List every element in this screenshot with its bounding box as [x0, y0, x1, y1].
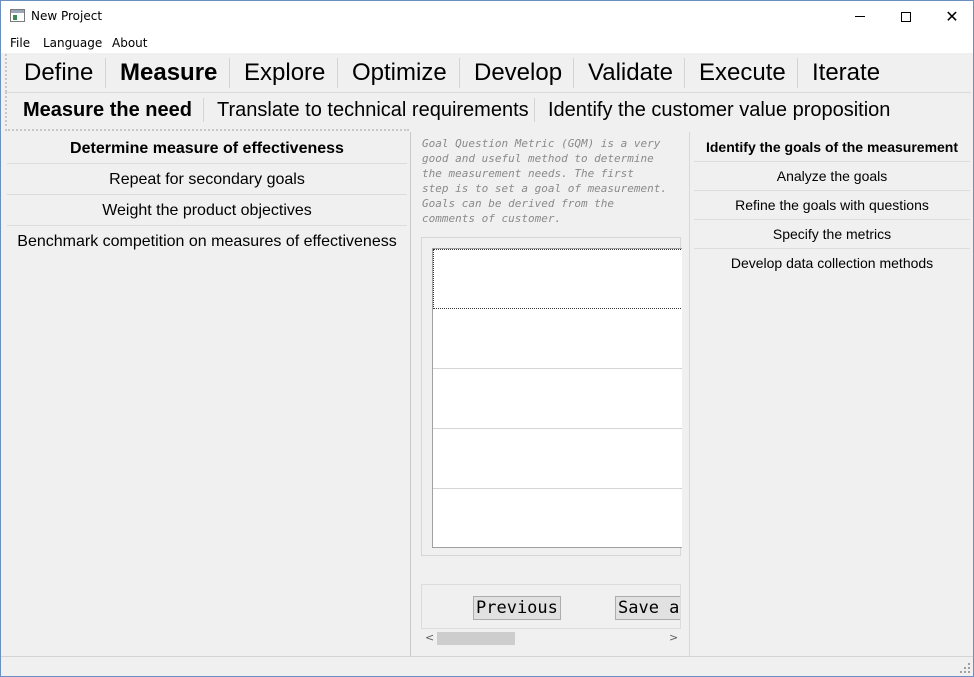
navigation-button-bar: Previous Save a [421, 584, 681, 629]
title-bar[interactable]: New Project ✕ [1, 1, 973, 32]
minimize-button[interactable] [837, 1, 883, 32]
right-item-refine-goals[interactable]: Refine the goals with questions [694, 191, 970, 220]
tab-iterate[interactable]: Iterate [808, 58, 884, 88]
subtab-translate-requirements[interactable]: Translate to technical requirements [214, 97, 532, 123]
goal-grid-row[interactable] [433, 489, 682, 547]
maximize-button[interactable] [883, 1, 929, 32]
right-step-list: Identify the goals of the measurement An… [689, 132, 971, 656]
tab-optimize[interactable]: Optimize [348, 58, 451, 88]
menu-bar: File Language About [1, 32, 973, 53]
previous-button[interactable]: Previous [473, 596, 561, 620]
scroll-right-icon[interactable]: > [669, 631, 678, 644]
center-panel: Goal Question Metric (GQM) is a very goo… [419, 132, 682, 656]
left-step-list: Determine measure of effectiveness Repea… [5, 132, 411, 656]
left-item-weight-objectives[interactable]: Weight the product objectives [7, 195, 407, 226]
goal-grid [432, 248, 682, 548]
sub-tab-bar: Measure the need Translate to technical … [5, 92, 971, 126]
right-item-analyze-goals[interactable]: Analyze the goals [694, 162, 970, 191]
minimize-icon [855, 16, 865, 17]
goal-grid-row[interactable] [433, 429, 682, 489]
close-button[interactable]: ✕ [929, 1, 974, 32]
menu-language[interactable]: Language [43, 36, 102, 50]
app-window: New Project ✕ File Language About Define… [0, 0, 974, 677]
tab-validate[interactable]: Validate [584, 58, 677, 88]
tab-execute[interactable]: Execute [695, 58, 790, 88]
goal-grid-row[interactable] [433, 249, 682, 309]
gqm-description: Goal Question Metric (GQM) is a very goo… [422, 137, 668, 225]
window-title: New Project [31, 9, 103, 23]
maximize-icon [901, 11, 911, 22]
subtab-measure-the-need[interactable]: Measure the need [20, 97, 195, 123]
right-item-identify-goals[interactable]: Identify the goals of the measurement [694, 133, 970, 162]
scrollbar-thumb[interactable] [437, 632, 515, 645]
subtab-customer-value-proposition[interactable]: Identify the customer value proposition [545, 97, 893, 123]
left-item-repeat-secondary[interactable]: Repeat for secondary goals [7, 164, 407, 195]
save-button[interactable]: Save a [615, 596, 680, 620]
main-tab-bar: Define Measure Explore Optimize Develop … [5, 54, 971, 92]
goal-grid-container [421, 237, 682, 556]
close-icon: ✕ [945, 7, 959, 26]
left-item-determine-measure[interactable]: Determine measure of effectiveness [7, 133, 407, 164]
tab-measure[interactable]: Measure [116, 58, 221, 88]
scroll-left-icon[interactable]: < [425, 631, 434, 644]
menu-about[interactable]: About [112, 36, 147, 50]
tab-define[interactable]: Define [20, 58, 97, 88]
resize-grip-icon[interactable] [960, 663, 970, 673]
goal-grid-row[interactable] [433, 309, 682, 369]
left-item-benchmark-competition[interactable]: Benchmark competition on measures of eff… [7, 226, 407, 257]
tab-explore[interactable]: Explore [240, 58, 329, 88]
right-item-data-collection[interactable]: Develop data collection methods [694, 249, 970, 278]
goal-grid-row[interactable] [433, 369, 682, 429]
tab-develop[interactable]: Develop [470, 58, 566, 88]
right-item-specify-metrics[interactable]: Specify the metrics [694, 220, 970, 249]
status-bar [1, 656, 973, 676]
menu-file[interactable]: File [10, 36, 30, 50]
horizontal-scrollbar[interactable]: < > [421, 630, 681, 647]
app-window-icon [10, 9, 25, 22]
